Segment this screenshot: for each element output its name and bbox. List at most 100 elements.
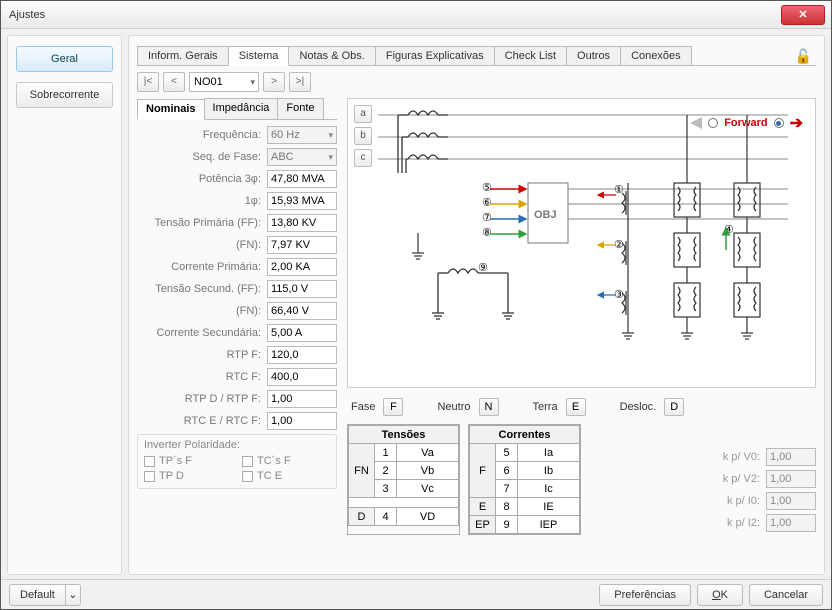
record-nav: |< < NO01 > >| [137, 72, 816, 92]
default-button[interactable]: Default ⌄ [9, 584, 81, 606]
rtce-input[interactable]: 1,00 [267, 412, 337, 430]
fase-button[interactable]: F [383, 398, 403, 416]
chk-tcsf[interactable]: TC´s F [242, 455, 330, 467]
rtpf-label: RTP F: [137, 349, 261, 361]
kp-i2-input[interactable]: 1,00 [766, 514, 816, 532]
kp-v2-input[interactable]: 1,00 [766, 470, 816, 488]
kp-v0-input[interactable]: 1,00 [766, 448, 816, 466]
table-cell: Vb [397, 462, 459, 480]
tensoes-table: Tensões FN 1 Va 2Vb 3Vc D4VD [347, 424, 460, 535]
checkbox-icon [242, 471, 253, 482]
tab-checklist[interactable]: Check List [494, 46, 567, 65]
corsec-input[interactable]: 5,00 A [267, 324, 337, 342]
kp-i0-input[interactable]: 1,00 [766, 492, 816, 510]
terra-label: Terra [533, 401, 558, 413]
tab-outros[interactable]: Outros [566, 46, 621, 65]
tab-inform-gerais[interactable]: Inform. Gerais [137, 46, 229, 65]
dialog-footer: Default ⌄ Preferências OK Cancelar [1, 579, 831, 609]
chk-tpd-label: TP D [159, 470, 184, 482]
correntes-title: Correntes [470, 426, 580, 444]
kp-v0-label: k p/ V0: [714, 451, 760, 463]
table-cell: IEP [518, 516, 580, 534]
nav-first-button[interactable]: |< [137, 72, 159, 92]
tab-conexoes[interactable]: Conexões [620, 46, 692, 65]
left-nav-panel: Geral Sobrecorrente [7, 35, 122, 575]
window-title: Ajustes [9, 9, 781, 21]
nav-last-button[interactable]: >| [289, 72, 311, 92]
phase-b-button[interactable]: b [354, 127, 372, 145]
desloc-button[interactable]: D [664, 398, 684, 416]
chk-tpsf-label: TP´s F [159, 455, 192, 467]
svg-text:⑨: ⑨ [478, 262, 488, 274]
ok-button[interactable]: OK [697, 584, 743, 606]
title-bar: Ajustes ✕ [1, 1, 831, 29]
tenprimff-input[interactable]: 13,80 KV [267, 214, 337, 232]
terra-button[interactable]: E [566, 398, 586, 416]
close-button[interactable]: ✕ [781, 5, 825, 25]
rtpd-input[interactable]: 1,00 [267, 390, 337, 408]
svg-text:⑦: ⑦ [482, 212, 492, 224]
tab-sistema[interactable]: Sistema [228, 46, 290, 66]
dialog-body: Geral Sobrecorrente Inform. Gerais Siste… [1, 29, 831, 581]
table-cell: Ib [518, 462, 580, 480]
tensecfn-input[interactable]: 66,40 V [267, 302, 337, 320]
schematic-diagram: a b c Forward ➔ [347, 98, 816, 388]
seqfase-label: Seq. de Fase: [137, 151, 261, 163]
preferencias-button[interactable]: Preferências [599, 584, 691, 606]
pot3-input[interactable]: 47,80 MVA [267, 170, 337, 188]
chk-tpsf[interactable]: TP´s F [144, 455, 232, 467]
table-cell: 8 [496, 498, 518, 516]
subtab-fonte[interactable]: Fonte [277, 98, 323, 119]
content-split: Nominais Impedância Fonte Frequência:60 … [137, 98, 816, 568]
tensecff-input[interactable]: 115,0 V [267, 280, 337, 298]
nav-prev-button[interactable]: < [163, 72, 185, 92]
unlock-icon[interactable]: 🔓 [791, 48, 816, 65]
rtpf-input[interactable]: 120,0 [267, 346, 337, 364]
table-cell: VD [397, 508, 459, 526]
neutro-button[interactable]: N [479, 398, 499, 416]
kp-i0-label: k p/ I0: [714, 495, 760, 507]
table-cell: 5 [496, 444, 518, 462]
table-cell: Va [397, 444, 459, 462]
chk-tce[interactable]: TC E [242, 470, 330, 482]
correntes-table: Correntes F 5 Ia 6Ib 7Ic E8IE EP9IEP [468, 424, 581, 535]
frequencia-select[interactable]: 60 Hz [267, 126, 337, 144]
diagram-column: a b c Forward ➔ [347, 98, 816, 568]
seqfase-select[interactable]: ABC [267, 148, 337, 166]
table-cell: IE [518, 498, 580, 516]
table-cell: 3 [375, 480, 397, 498]
tensecff-label: Tensão Secund. (FF): [137, 283, 261, 295]
cancelar-button[interactable]: Cancelar [749, 584, 823, 606]
svg-text:⑤: ⑤ [482, 182, 492, 194]
rtcf-label: RTC F: [137, 371, 261, 383]
top-tabs: Inform. Gerais Sistema Notas & Obs. Figu… [137, 42, 816, 66]
phase-a-button[interactable]: a [354, 105, 372, 123]
pot1-input[interactable]: 15,93 MVA [267, 192, 337, 210]
corprim-input[interactable]: 2,00 KA [267, 258, 337, 276]
rtpd-label: RTP D / RTP F: [137, 393, 261, 405]
nav-next-button[interactable]: > [263, 72, 285, 92]
tab-notas[interactable]: Notas & Obs. [288, 46, 375, 65]
svg-text:⑥: ⑥ [482, 197, 492, 209]
fase-label: Fase [351, 401, 375, 413]
nav-sobrecorrente-button[interactable]: Sobrecorrente [16, 82, 113, 108]
tenprimfn-input[interactable]: 7,97 KV [267, 236, 337, 254]
bottom-row: Tensões FN 1 Va 2Vb 3Vc D4VD C [347, 424, 816, 535]
polaridade-header: Inverter Polaridade: [144, 439, 330, 451]
polaridade-group: Inverter Polaridade: TP´s F TC´s F TP D … [137, 434, 337, 489]
table-cell: Vc [397, 480, 459, 498]
table-cell: Ia [518, 444, 580, 462]
subtab-nominais[interactable]: Nominais [137, 99, 205, 120]
rtcf-input[interactable]: 400,0 [267, 368, 337, 386]
chk-tpd[interactable]: TP D [144, 470, 232, 482]
subtab-impedancia[interactable]: Impedância [204, 98, 279, 119]
tab-figuras[interactable]: Figuras Explicativas [375, 46, 495, 65]
table-cell: 2 [375, 462, 397, 480]
phase-c-button[interactable]: c [354, 149, 372, 167]
kp-column: k p/ V0:1,00 k p/ V2:1,00 k p/ I0:1,00 k… [714, 448, 816, 535]
chevron-down-icon: ⌄ [66, 585, 80, 605]
table-spacer [349, 498, 459, 508]
nav-geral-button[interactable]: Geral [16, 46, 113, 72]
tensecfn-label: (FN): [137, 305, 261, 317]
record-select[interactable]: NO01 [189, 72, 259, 92]
